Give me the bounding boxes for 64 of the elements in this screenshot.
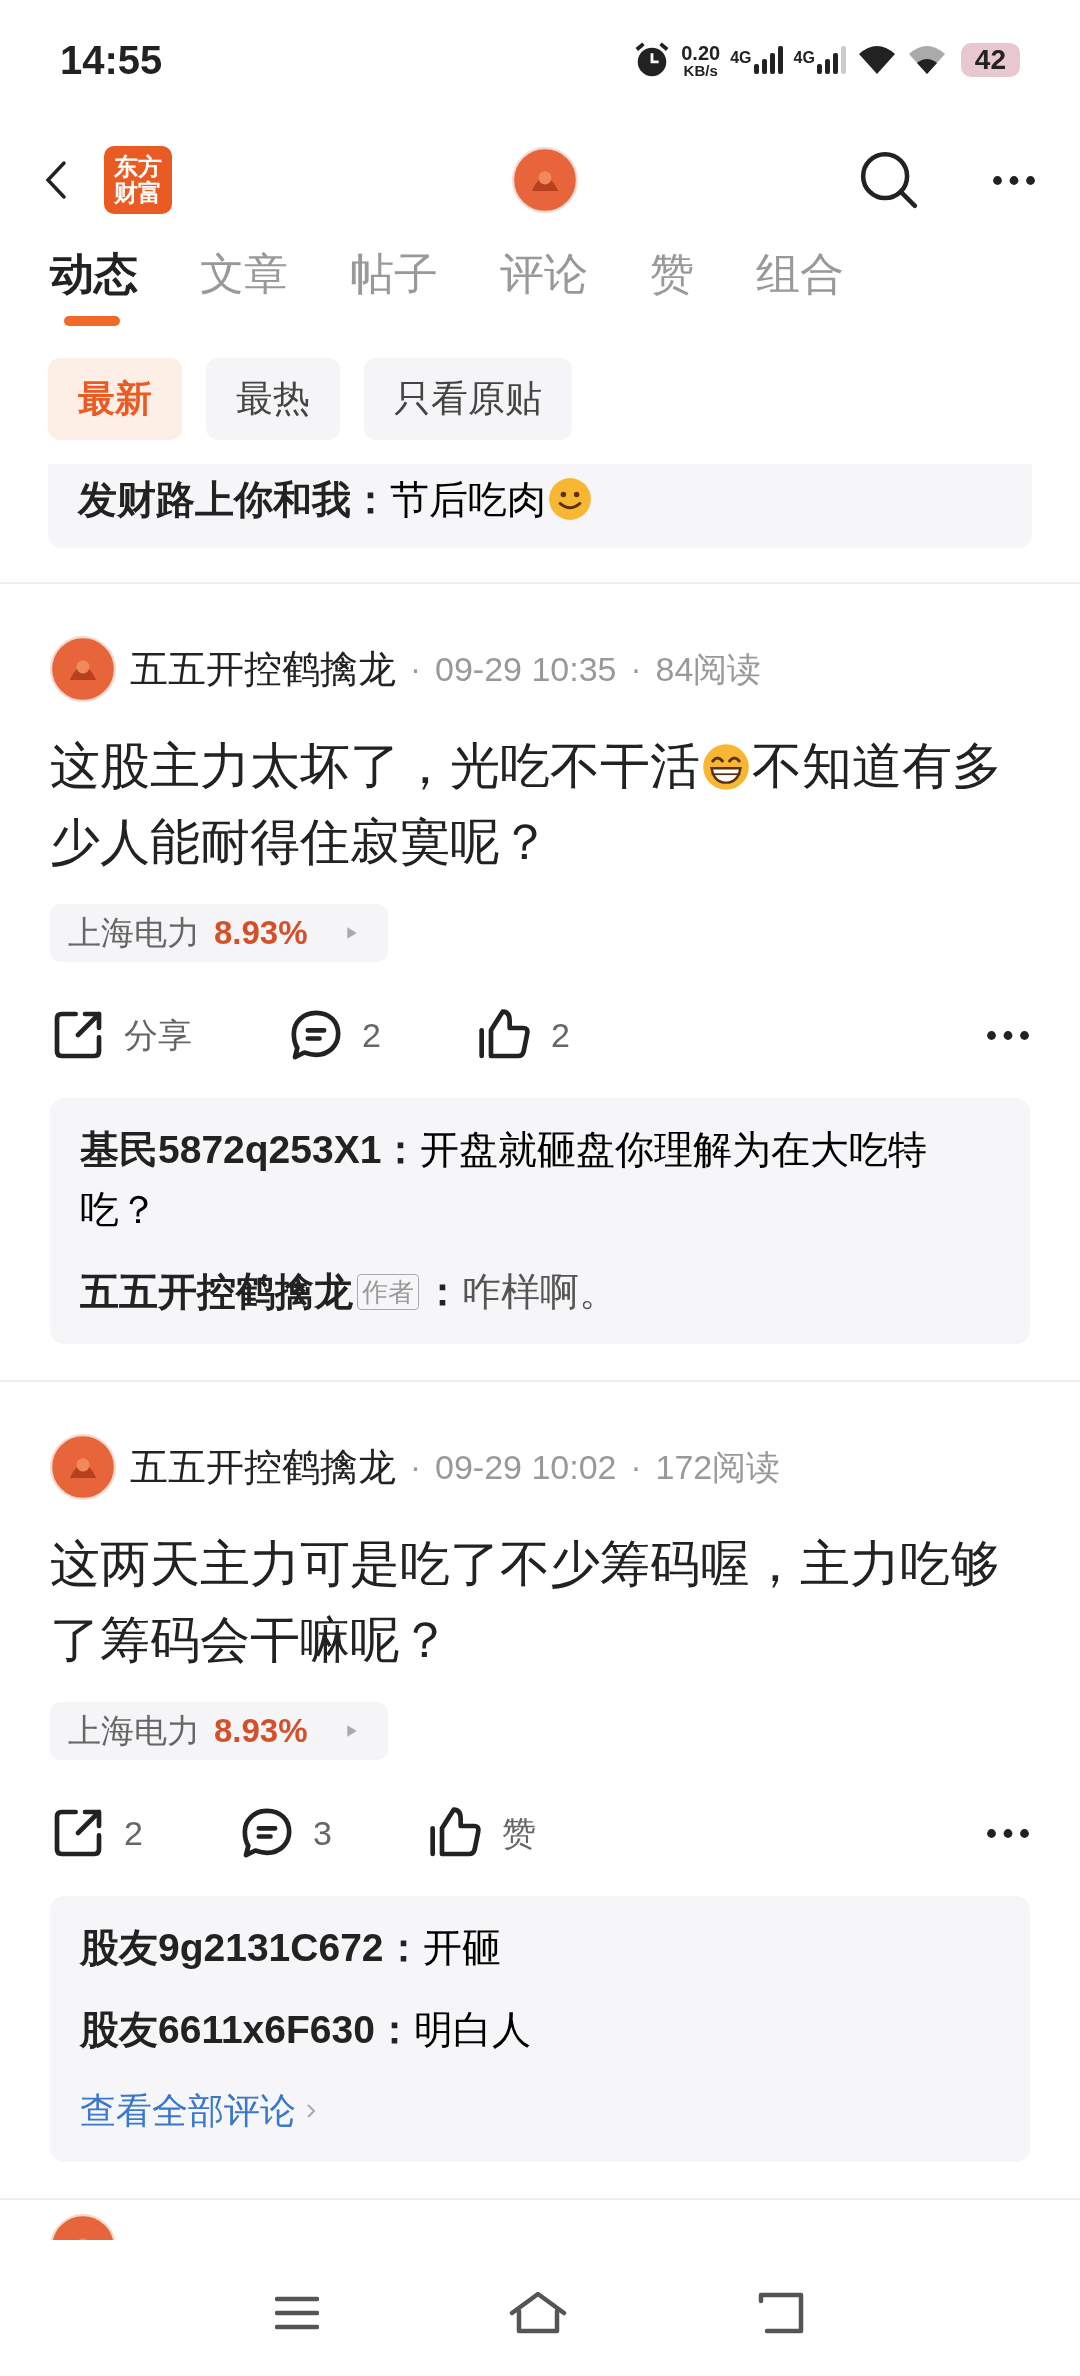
wifi-icon	[906, 44, 947, 76]
more-menu-icon[interactable]	[992, 174, 1036, 186]
share-button[interactable]: 分享	[50, 1007, 192, 1063]
app-logo: 东方 财富	[104, 146, 172, 214]
post-text: 这两天主力可是吃了不少筹码喔，主力吃够了筹码会干嘛呢？	[50, 1535, 1001, 1670]
play-arrow-icon	[345, 926, 358, 940]
play-arrow-icon	[345, 1724, 358, 1738]
read-count: 84阅读	[655, 648, 762, 690]
battery-indicator: 42	[960, 43, 1020, 77]
avatar-icon	[512, 147, 578, 213]
stock-change: 8.93%	[214, 1711, 308, 1752]
signal-icon	[753, 46, 784, 74]
avatar-icon	[50, 1434, 116, 1500]
separator-dot: ·	[410, 649, 421, 690]
separator-dot: ·	[630, 1447, 642, 1488]
separator-dot: ·	[630, 649, 642, 690]
search-icon[interactable]	[858, 149, 920, 211]
tab[interactable]: 动态	[50, 244, 138, 330]
comment-button[interactable]: 3	[238, 1805, 332, 1861]
author-name[interactable]: 五五开控鹤擒龙	[130, 1438, 396, 1496]
smiley-emoji-icon	[548, 477, 592, 521]
stock-name: 上海电力	[68, 1711, 200, 1752]
like-button[interactable]: 2	[476, 1007, 570, 1063]
share-button[interactable]: 2	[50, 1805, 143, 1861]
more-icon[interactable]	[986, 1029, 1030, 1041]
grinning-emoji-icon	[702, 743, 750, 791]
status-time: 14:55	[60, 37, 163, 84]
filter-chip[interactable]: 只看原贴	[364, 358, 572, 440]
author-badge: 作者	[357, 1274, 419, 1310]
author-name[interactable]: 五五开控鹤擒龙	[130, 640, 396, 698]
network-type: 4G	[730, 48, 752, 68]
stock-name: 上海电力	[68, 913, 200, 954]
wifi-icon	[856, 44, 897, 76]
signal-icon	[816, 46, 847, 74]
reply-colon: ：	[423, 1270, 462, 1313]
view-all-comments-link[interactable]: 查看全部评论	[80, 2082, 316, 2140]
post-text: 这股主力太坏了，光吃不干活 不知道有多少人能耐得住寂寞呢？	[50, 737, 1003, 872]
separator-dot: ·	[410, 1447, 421, 1488]
post-time: 09-29 10:35	[435, 648, 617, 690]
stock-change: 8.93%	[214, 913, 308, 954]
filter-chip[interactable]: 最热	[206, 358, 340, 440]
more-icon[interactable]	[986, 1827, 1030, 1839]
stock-tag[interactable]: 上海电力 8.93%	[50, 904, 388, 962]
reply-comment: 发财路上你和我：节后吃肉	[78, 470, 1002, 530]
stock-tag[interactable]: 上海电力 8.93%	[50, 1702, 388, 1760]
comment-button[interactable]: 2	[288, 1007, 381, 1063]
reply-comment: 股友9g2131C672：开砸	[80, 1925, 502, 1971]
menu-icon[interactable]	[275, 2295, 319, 2331]
back-icon[interactable]	[44, 158, 68, 202]
like-button[interactable]: 赞	[427, 1805, 536, 1861]
chevron-right-icon	[306, 2102, 316, 2120]
filter-chip[interactable]: 最新	[48, 358, 182, 440]
reply-text: 咋样啊。	[462, 1270, 618, 1313]
back-icon[interactable]	[757, 2291, 805, 2335]
reply-username[interactable]: 五五开控鹤擒龙	[80, 1270, 353, 1313]
read-count: 172阅读	[655, 1446, 781, 1488]
avatar-icon	[50, 636, 116, 702]
speed-unit: KB/s	[683, 62, 718, 78]
home-icon[interactable]	[509, 2291, 567, 2335]
reply-comment: 股友6611x6F630：明白人	[80, 2007, 532, 2053]
reply-comment: 基民5872q253X1：开盘就砸盘你理解为在大吃特吃？	[80, 1127, 929, 1233]
network-speed: 0.20	[681, 42, 721, 63]
network-type: 4G	[793, 48, 815, 68]
post-time: 09-29 10:02	[435, 1446, 617, 1488]
